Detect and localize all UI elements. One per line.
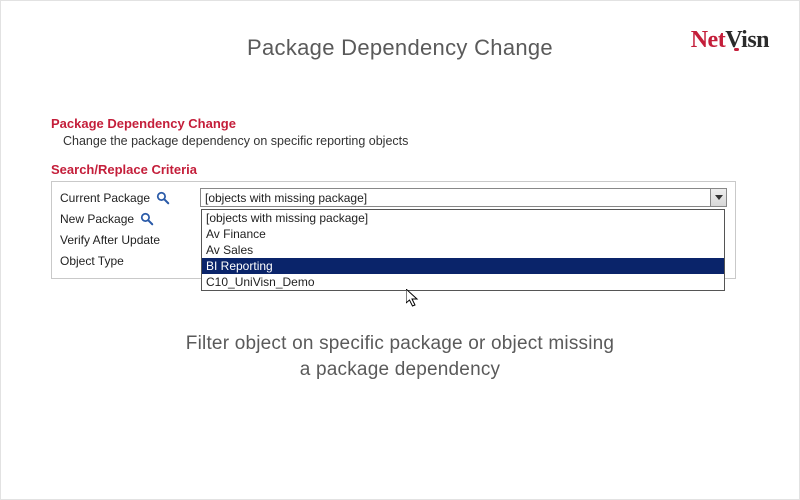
logo-accent bbox=[734, 48, 739, 51]
footer-caption: Filter object on specific package or obj… bbox=[1, 331, 799, 382]
cursor-icon bbox=[406, 289, 422, 309]
dropdown-option-highlighted[interactable]: BI Reporting bbox=[202, 258, 724, 274]
dropdown-option[interactable]: [objects with missing package] bbox=[202, 210, 724, 226]
criteria-title: Search/Replace Criteria bbox=[51, 162, 749, 177]
logo: NetVisn bbox=[691, 27, 769, 54]
logo-part1: Net bbox=[691, 27, 725, 53]
new-package-label: New Package bbox=[60, 212, 134, 226]
logo-part2: Visn bbox=[725, 27, 769, 53]
footer-line1: Filter object on specific package or obj… bbox=[1, 331, 799, 357]
dropdown-option[interactable]: C10_UniVisn_Demo bbox=[202, 274, 724, 290]
chevron-down-icon[interactable] bbox=[710, 189, 726, 206]
search-icon[interactable] bbox=[156, 191, 170, 205]
current-package-select[interactable]: [objects with missing package] bbox=[200, 188, 727, 207]
criteria-panel: Current Package [objects with missing pa… bbox=[51, 181, 736, 279]
section-subtitle: Change the package dependency on specifi… bbox=[63, 134, 749, 148]
current-package-dropdown[interactable]: [objects with missing package] Av Financ… bbox=[201, 209, 725, 291]
current-package-label: Current Package bbox=[60, 191, 150, 205]
dropdown-option[interactable]: Av Sales bbox=[202, 242, 724, 258]
dropdown-option[interactable]: Av Finance bbox=[202, 226, 724, 242]
current-package-value: [objects with missing package] bbox=[201, 191, 367, 205]
section-title: Package Dependency Change bbox=[51, 116, 749, 131]
verify-after-update-label: Verify After Update bbox=[60, 233, 160, 247]
page-title: Package Dependency Change bbox=[1, 35, 799, 61]
footer-line2: a package dependency bbox=[1, 357, 799, 383]
current-package-row: Current Package [objects with missing pa… bbox=[60, 187, 727, 208]
object-type-label: Object Type bbox=[60, 254, 124, 268]
search-icon[interactable] bbox=[140, 212, 154, 226]
